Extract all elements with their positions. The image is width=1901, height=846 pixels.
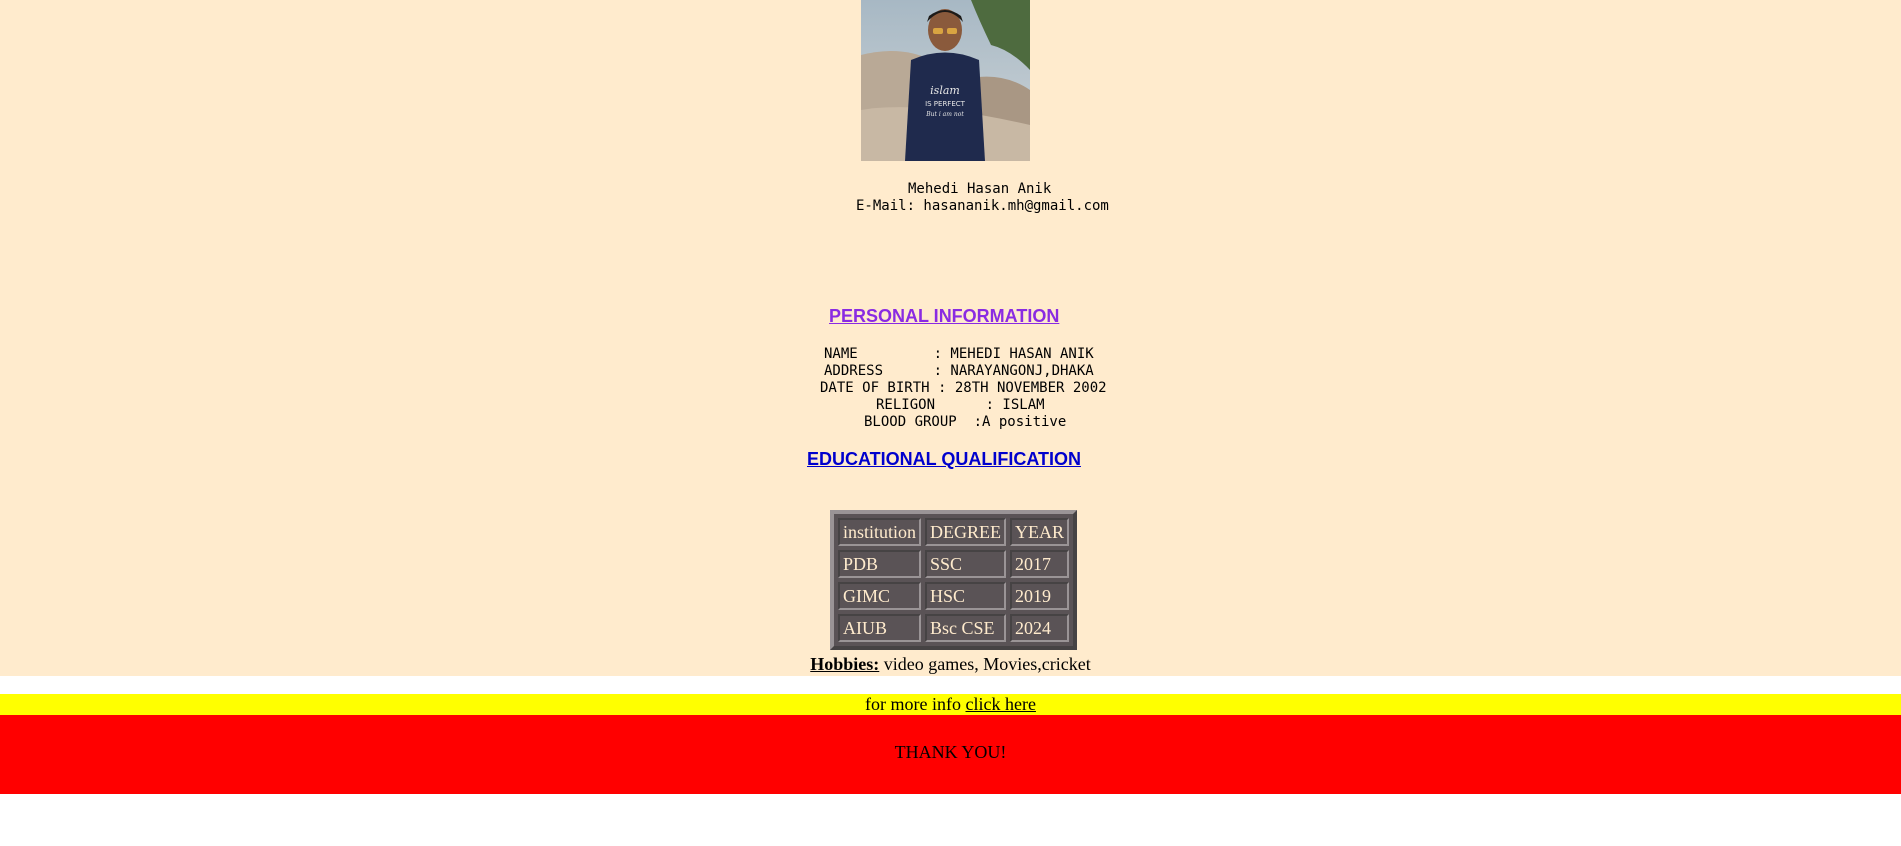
personal-info-address: ADDRESS : NARAYANGONJ,DHAKA [824,363,1094,379]
hobbies-text: video games, Movies,cricket [879,654,1091,674]
click-here-link[interactable]: click here [966,694,1036,714]
table-header-row: institution DEGREE YEAR [838,518,1070,546]
more-info-text: for more info [865,694,966,714]
table-header-cell: DEGREE [925,518,1007,546]
education-table: institution DEGREE YEAR PDB SSC 2017 GIM… [830,510,1078,650]
table-row: AIUB Bsc CSE 2024 [838,614,1070,642]
personal-info-religion: RELIGON : ISLAM [876,397,1045,413]
personal-information-heading: PERSONAL INFORMATION [829,306,1060,326]
table-cell: HSC [925,582,1007,610]
svg-text:IS PERFECT: IS PERFECT [925,100,966,108]
svg-text:But i am not: But i am not [925,111,964,118]
table-header-cell: institution [838,518,922,546]
table-cell: 2019 [1010,582,1070,610]
thank-you-text: THANK YOU! [894,742,1007,762]
profile-email: E-Mail: hasananik.mh@gmail.com [856,198,1109,214]
table-cell: AIUB [838,614,922,642]
table-row: GIMC HSC 2019 [838,582,1070,610]
table-row: PDB SSC 2017 [838,550,1070,578]
personal-info-blood-group: BLOOD GROUP :A positive [864,414,1067,430]
hobbies-line: Hobbies: video games, Movies,cricket [0,654,1901,675]
hobbies-label: Hobbies: [810,654,880,674]
personal-info-dob: DATE OF BIRTH : 28TH NOVEMBER 2002 [820,380,1107,396]
educational-qualification-heading: EDUCATIONAL QUALIFICATION [807,449,1081,469]
thank-you-bar: THANK YOU! [0,715,1901,794]
profile-photo: islam IS PERFECT But i am not [861,0,1030,161]
table-cell: Bsc CSE [925,614,1007,642]
table-cell: PDB [838,550,922,578]
resume-content: islam IS PERFECT But i am not Mehedi Has… [0,0,1901,676]
profile-name: Mehedi Hasan Anik [908,181,1052,197]
table-cell: 2017 [1010,550,1070,578]
table-header-cell: YEAR [1010,518,1070,546]
svg-text:islam: islam [930,84,960,97]
personal-info-name: NAME : MEHEDI HASAN ANIK [824,346,1094,362]
table-cell: SSC [925,550,1007,578]
more-info-bar: for more info click here [0,694,1901,715]
table-cell: GIMC [838,582,922,610]
table-cell: 2024 [1010,614,1070,642]
